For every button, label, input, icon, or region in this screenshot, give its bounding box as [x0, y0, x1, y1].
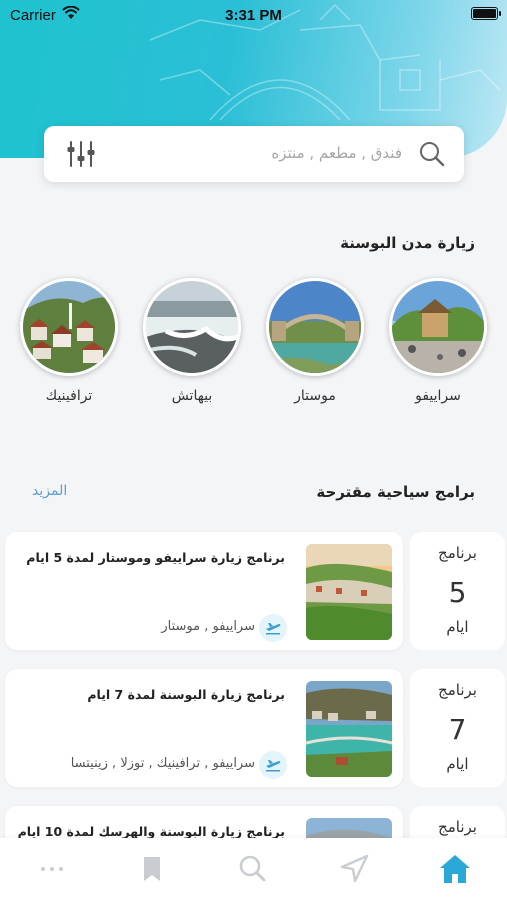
city-photo: [389, 278, 487, 376]
program-photo: [306, 544, 392, 640]
city-photo: [143, 278, 241, 376]
program-title: برنامج زيارة البوسنة لمدة 7 ايام: [87, 687, 285, 702]
battery-icon: [471, 7, 501, 20]
tab-navigation[interactable]: [334, 852, 374, 886]
city-card-travnik[interactable]: ترافينيك: [20, 278, 118, 404]
search-placeholder[interactable]: فندق , مطعم , منتزه: [271, 144, 402, 162]
search-bar[interactable]: فندق , مطعم , منتزه: [44, 126, 464, 182]
search-icon[interactable]: [418, 140, 446, 172]
program-card[interactable]: برنامج زيارة البوسنة لمدة 7 ايام سراييفو…: [5, 669, 403, 787]
program-title: برنامج زيارة سراييفو وموستار لمدة 5 ايام: [26, 550, 285, 565]
city-photo: [266, 278, 364, 376]
days-count: 5: [448, 576, 467, 609]
program-days-card[interactable]: برنامج 7 ايام: [410, 669, 505, 787]
days-unit: ايام: [446, 618, 469, 636]
program-days-card[interactable]: برنامج 5 ايام: [410, 532, 505, 650]
tab-bookmarks[interactable]: [132, 852, 172, 886]
city-name: بيهاتش: [171, 388, 213, 404]
filter-sliders-icon[interactable]: [66, 139, 98, 173]
bookmark-icon[interactable]: [132, 857, 172, 890]
city-photo: [20, 278, 118, 376]
program-title: برنامج زيارة البوسنة والهرسك لمدة 10 ايا…: [17, 824, 285, 839]
city-card-mostar[interactable]: موستار: [266, 278, 364, 404]
cities-section-title: زيارة مدن البوسنة: [340, 234, 475, 252]
city-card-sarajevo[interactable]: سراييفو: [389, 278, 487, 404]
programs-section-title: برامج سياحية مقترحة: [316, 483, 475, 501]
tab-home[interactable]: [435, 852, 475, 886]
days-label: برنامج: [438, 544, 477, 562]
search-icon[interactable]: [233, 855, 273, 890]
city-name: موستار: [294, 388, 336, 404]
city-card-bihac[interactable]: بيهاتش: [143, 278, 241, 404]
plane-icon: [259, 751, 287, 779]
more-icon[interactable]: [32, 867, 72, 890]
program-photo: [306, 681, 392, 777]
clock: 3:31 PM: [225, 7, 282, 24]
more-link[interactable]: المزيد: [32, 483, 67, 499]
tab-search[interactable]: [233, 852, 273, 886]
days-count: 7: [448, 713, 467, 746]
city-name: سراييفو: [415, 388, 461, 404]
city-name: ترافينيك: [45, 388, 93, 404]
home-icon[interactable]: [435, 855, 475, 890]
tab-more[interactable]: [32, 852, 72, 886]
status-bar: Carrier 3:31 PM: [0, 0, 507, 30]
days-label: برنامج: [438, 818, 477, 836]
plane-icon: [259, 614, 287, 642]
program-cities: سراييفو , موستار: [161, 619, 255, 634]
days-label: برنامج: [438, 681, 477, 699]
tab-bar: [0, 838, 507, 900]
program-cities: سراييفو , ترافينيك , توزلا , زينيتسا: [70, 756, 255, 771]
navigation-icon[interactable]: [334, 854, 374, 890]
program-card[interactable]: برنامج زيارة سراييفو وموستار لمدة 5 ايام…: [5, 532, 403, 650]
days-unit: ايام: [446, 755, 469, 773]
